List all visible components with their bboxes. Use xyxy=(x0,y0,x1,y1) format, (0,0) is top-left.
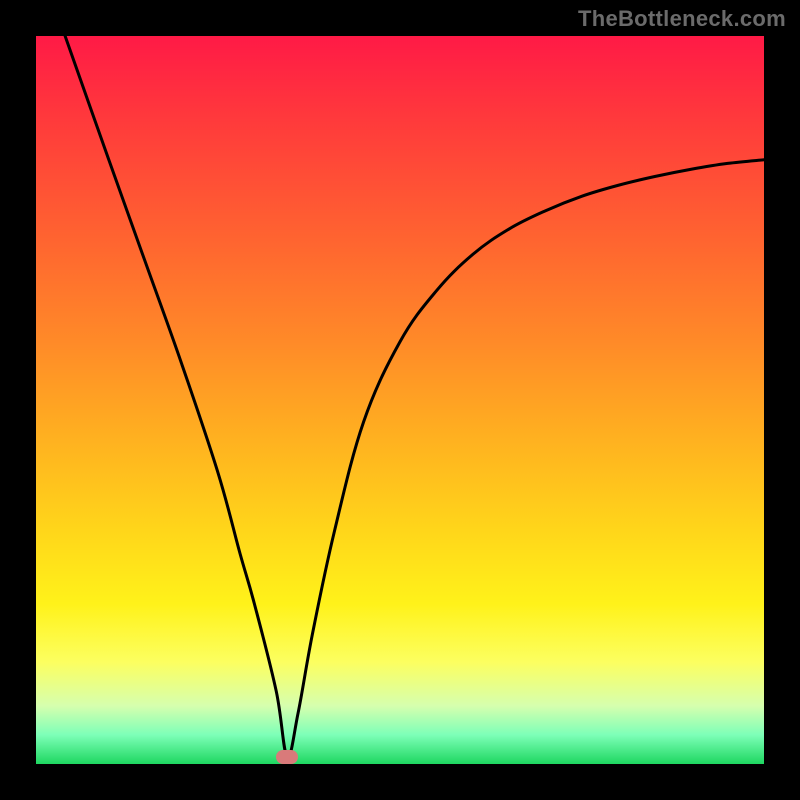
watermark-text: TheBottleneck.com xyxy=(578,6,786,32)
plot-area xyxy=(36,36,764,764)
bottleneck-curve xyxy=(36,36,764,764)
chart-frame: TheBottleneck.com xyxy=(0,0,800,800)
minimum-marker xyxy=(276,750,298,764)
